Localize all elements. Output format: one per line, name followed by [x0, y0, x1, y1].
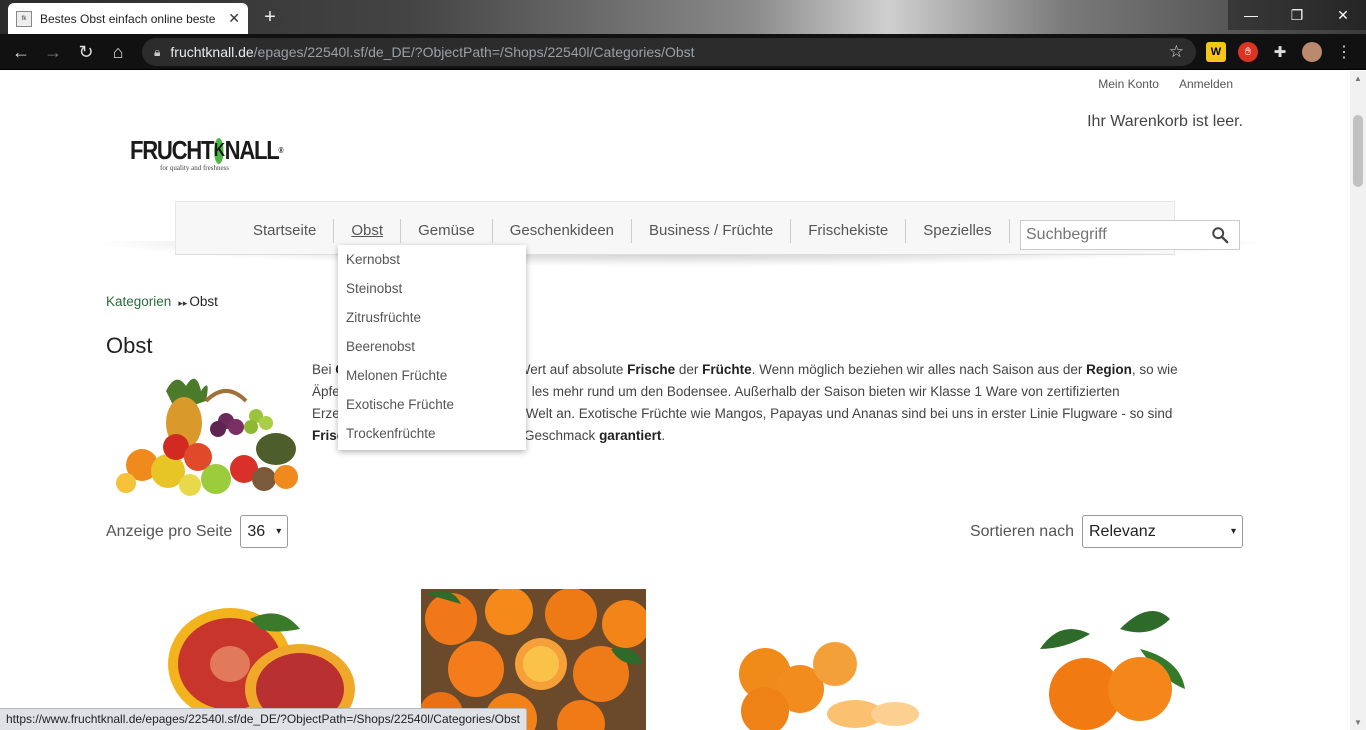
- tab-title: Bestes Obst einfach online beste: [40, 11, 216, 26]
- login-link[interactable]: Anmelden: [1179, 77, 1233, 91]
- dropdown-item-beerenobst[interactable]: Beerenobst: [338, 336, 526, 365]
- profile-avatar[interactable]: [1302, 42, 1322, 62]
- back-arrow-icon[interactable]: ←: [10, 41, 32, 63]
- nav-item-label: Obst: [351, 222, 384, 239]
- product-image-orange-leaves[interactable]: [1000, 589, 1200, 730]
- nav-item-startseite[interactable]: Startseite: [236, 219, 335, 243]
- sort-label: Sortieren nach: [969, 522, 1074, 540]
- dropdown-item-zitrusfrüchte[interactable]: Zitrusfrüchte: [338, 307, 526, 336]
- per-page-select[interactable]: 36 ▾: [240, 515, 289, 548]
- dropdown-item-melonen-früchte[interactable]: Melonen Früchte: [338, 365, 526, 394]
- my-account-link[interactable]: Mein Konto: [1098, 77, 1159, 91]
- page-scrollbar[interactable]: ▲ ▼: [1350, 71, 1366, 730]
- nav-item-label: Frischekiste: [808, 222, 889, 239]
- page-title: Obst: [106, 333, 153, 358]
- search-input[interactable]: [1026, 226, 1206, 244]
- main-navigation: Startseite Obst Gemüse Geschenkideen Busines…: [175, 201, 1240, 255]
- web-page: Mein Konto Anmelden Ihr Warenkorb ist le…: [0, 71, 1350, 730]
- extension-hand-icon[interactable]: ✋︎: [1238, 42, 1258, 62]
- address-url[interactable]: fruchtknall.de/epages/22540l.sf/de_DE/?O…: [170, 44, 694, 60]
- new-tab-button[interactable]: +: [258, 5, 282, 29]
- nav-item-spezielles[interactable]: Spezielles: [906, 219, 1010, 243]
- browser-menu-icon[interactable]: ⋮: [1334, 42, 1354, 62]
- nav-item-frischekiste[interactable]: Frischekiste: [791, 219, 907, 243]
- browser-toolbar: ← → ↻ ⌂ 🔒︎ fruchtknall.de/epages/22540l.…: [0, 34, 1366, 70]
- lock-icon[interactable]: 🔒︎: [154, 45, 160, 60]
- scroll-up-icon[interactable]: ▲: [1354, 74, 1362, 83]
- nav-item-label: Spezielles: [923, 222, 992, 239]
- breadcrumb-current: Obst: [189, 294, 218, 309]
- browser-tab[interactable]: fk Bestes Obst einfach online beste ✕: [8, 3, 248, 34]
- forward-arrow-icon[interactable]: →: [42, 41, 64, 63]
- obst-dropdown-menu: Kernobst Steinobst Zitrusfrüchte Beerenobst…: [338, 245, 526, 450]
- extension-w-icon[interactable]: W: [1206, 42, 1226, 62]
- home-icon[interactable]: ⌂: [107, 41, 129, 63]
- fruit-basket-image: [116, 378, 298, 496]
- nav-item-geschenkideen[interactable]: Geschenkideen: [493, 219, 633, 243]
- nav-item-label: Geschenkideen: [509, 222, 615, 239]
- dropdown-item-steinobst[interactable]: Steinobst: [338, 278, 526, 307]
- chevron-down-icon: ▾: [1230, 526, 1236, 537]
- dropdown-item-exotische-früchte[interactable]: Exotische Früchte: [338, 394, 526, 423]
- breadcrumb-separator-icon: ▸▸: [178, 298, 188, 308]
- browser-tab-bar: fk Bestes Obst einfach online beste ✕ + …: [0, 0, 1366, 34]
- account-links: Mein Konto Anmelden: [1098, 77, 1233, 91]
- nav-items: Startseite Obst Gemüse Geschenkideen Busines…: [236, 219, 1010, 243]
- search-icon[interactable]: [1211, 226, 1229, 244]
- site-logo[interactable]: FRUCHT K NALL ® for quality and freshness: [130, 135, 284, 177]
- nav-item-label: Gemüse: [418, 222, 475, 239]
- tab-close-icon[interactable]: ✕: [228, 10, 240, 27]
- favicon-icon: fk: [16, 10, 32, 27]
- bookmark-star-icon[interactable]: ☆: [1169, 42, 1184, 62]
- status-bar-url: https://www.fruchtknall.de/epages/22540l…: [0, 708, 527, 730]
- nav-item-business-früchte[interactable]: Business / Früchte: [632, 219, 792, 243]
- breadcrumb: Kategorien ▸▸ Obst: [106, 294, 218, 309]
- reload-icon[interactable]: ↻: [75, 41, 97, 63]
- scroll-down-icon[interactable]: ▼: [1354, 718, 1362, 727]
- window-close-button[interactable]: ✕: [1320, 0, 1366, 30]
- dropdown-item-kernobst[interactable]: Kernobst: [338, 249, 526, 278]
- nav-item-obst[interactable]: Obst: [334, 219, 402, 243]
- search-box: [1020, 220, 1240, 250]
- logo-k-circle-icon: K: [214, 137, 225, 164]
- sort-control: Sortieren nach Relevanz ▾: [970, 515, 1243, 548]
- per-page-control: Anzeige pro Seite 36 ▾: [106, 515, 289, 548]
- nav-item-gemüse[interactable]: Gemüse: [401, 219, 493, 243]
- product-image-mandarins[interactable]: [705, 589, 930, 730]
- logo-wordmark: FRUCHT K NALL ®: [130, 135, 284, 165]
- dropdown-item-trockenfrüchte[interactable]: Trockenfrüchte: [338, 423, 526, 452]
- scrollbar-thumb[interactable]: [1353, 115, 1363, 187]
- address-bar[interactable]: 🔒︎ fruchtknall.de/epages/22540l.sf/de_DE…: [142, 38, 1196, 66]
- breadcrumb-root-link[interactable]: Kategorien: [106, 294, 171, 309]
- nav-item-label: Business / Früchte: [649, 222, 774, 239]
- chevron-down-icon: ▾: [276, 526, 282, 537]
- cart-status[interactable]: Ihr Warenkorb ist leer.: [1087, 113, 1243, 131]
- maximize-button[interactable]: ❐: [1274, 0, 1320, 30]
- window-controls: — ❐ ✕: [1228, 0, 1366, 30]
- per-page-label: Anzeige pro Seite: [106, 522, 233, 540]
- sort-select[interactable]: Relevanz ▾: [1082, 515, 1243, 548]
- nav-item-label: Startseite: [253, 222, 317, 239]
- extensions-puzzle-icon[interactable]: ✚: [1270, 42, 1290, 62]
- minimize-button[interactable]: —: [1228, 0, 1274, 30]
